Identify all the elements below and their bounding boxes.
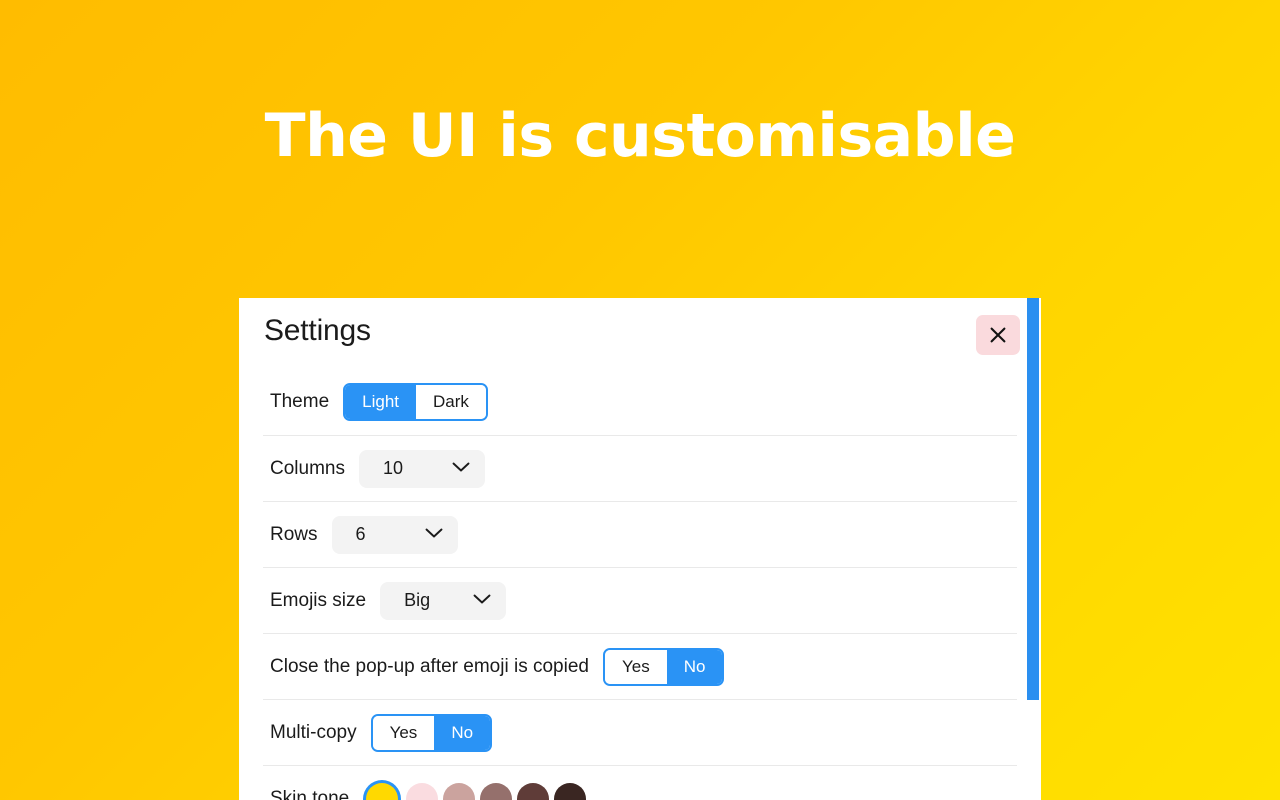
columns-select[interactable]: 10 [358,449,485,488]
skin-tone-swatch-medium-light[interactable] [443,782,476,800]
page-title: The UI is customisable [264,101,1016,171]
settings-rows: Theme Light Dark Columns 10 Rows 6 Emoji… [263,369,1017,800]
close-button[interactable] [976,315,1020,355]
setting-row-skin-tone: Skin tone [263,765,1017,800]
setting-row-theme: Theme Light Dark [263,369,1017,435]
setting-row-columns: Columns 10 [263,435,1017,501]
settings-panel-content: Settings Theme Light Dark Columns 10 Row… [239,298,1041,800]
emojis-size-select[interactable]: Big [380,581,507,620]
emojis-size-label: Emojis size [270,589,367,611]
multi-copy-option-yes[interactable]: Yes [372,715,435,750]
setting-row-close-after-copy: Close the pop-up after emoji is copied Y… [263,633,1017,699]
close-after-copy-toggle[interactable]: Yes No [602,647,725,686]
skin-tone-swatch-dark[interactable] [554,782,587,800]
theme-label: Theme [270,391,330,412]
columns-label: Columns [270,457,345,479]
chevron-down-icon [452,461,470,476]
theme-toggle[interactable]: Light Dark [343,383,488,421]
hero-banner: The UI is customisable [0,0,1280,169]
rows-select[interactable]: 6 [331,515,458,554]
rows-value: 6 [355,524,366,544]
close-after-copy-option-no[interactable]: No [666,649,723,684]
panel-scrollbar-thumb[interactable] [1027,298,1039,700]
multi-copy-option-no[interactable]: No [434,715,491,750]
close-after-copy-option-yes[interactable]: Yes [604,649,667,684]
multi-copy-label: Multi-copy [270,721,357,743]
setting-row-rows: Rows 6 [263,501,1017,567]
rows-label: Rows [270,523,318,545]
chevron-down-icon [425,527,443,542]
setting-row-multi-copy: Multi-copy Yes No [263,699,1017,765]
columns-value: 10 [382,458,404,478]
theme-option-light[interactable]: Light [345,385,417,419]
theme-option-dark[interactable]: Dark [416,385,486,419]
skin-tone-swatch-light[interactable] [406,782,439,800]
skin-tone-swatch-medium-dark[interactable] [517,782,550,800]
multi-copy-toggle[interactable]: Yes No [370,713,493,752]
settings-panel: Settings Theme Light Dark Columns 10 Row… [239,298,1041,800]
skin-tone-swatch-default[interactable] [366,782,399,800]
settings-title: Settings [264,314,371,347]
settings-panel-header: Settings [263,298,1020,355]
skin-tone-swatches [363,782,587,800]
close-icon [989,326,1007,344]
skin-tone-label: Skin tone [270,787,350,800]
close-after-copy-label: Close the pop-up after emoji is copied [270,655,589,677]
chevron-down-icon [473,593,491,608]
emojis-size-value: Big [404,590,431,610]
setting-row-emojis-size: Emojis size Big [263,567,1017,633]
skin-tone-swatch-medium[interactable] [480,782,513,800]
